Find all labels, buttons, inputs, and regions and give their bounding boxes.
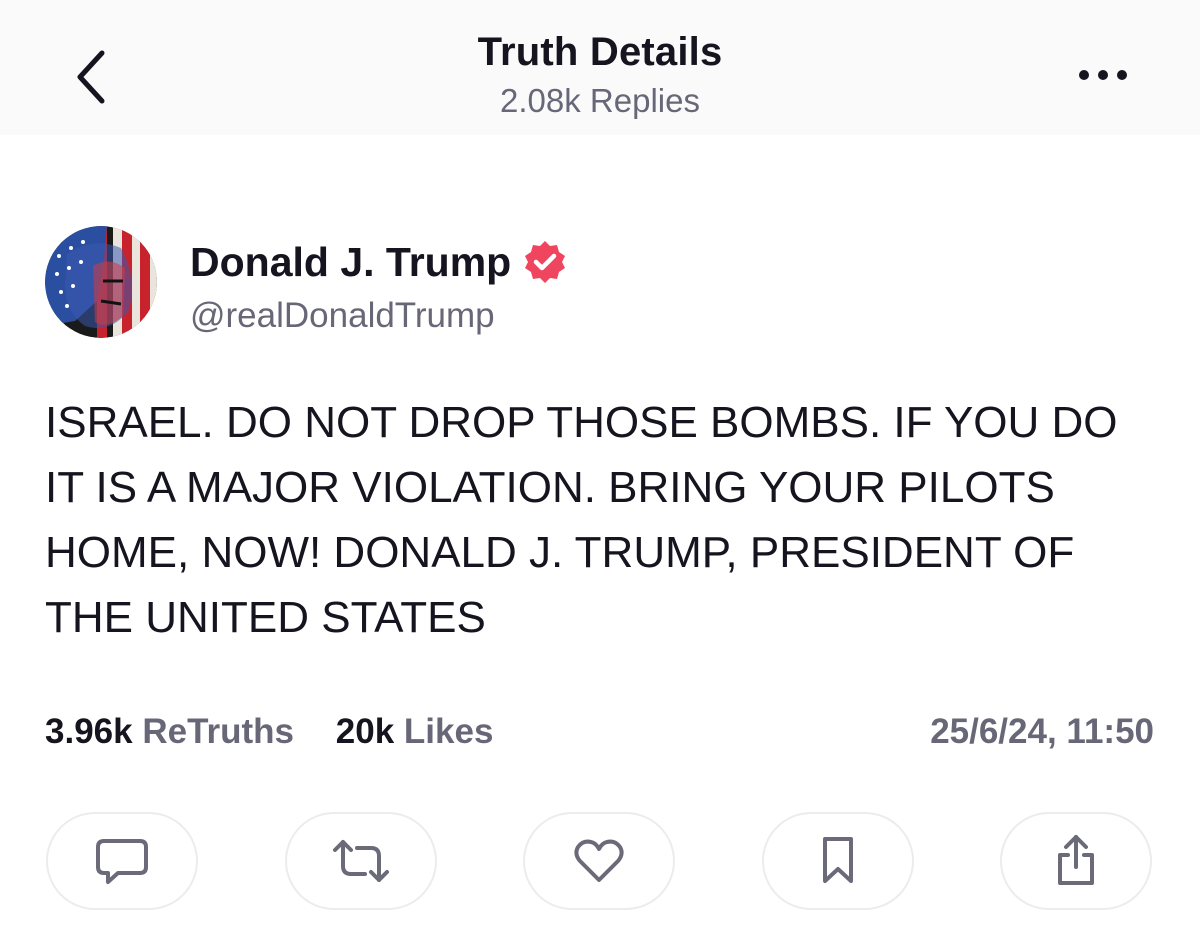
- author-name-text: Donald J. Trump: [190, 238, 512, 285]
- more-options-button[interactable]: [1068, 58, 1138, 92]
- post-timestamp: 25/6/24, 11:50: [930, 712, 1154, 751]
- verified-badge-icon: [525, 241, 566, 283]
- avatar-image: [45, 226, 157, 338]
- reply-icon: [96, 839, 148, 884]
- like-button[interactable]: [523, 812, 675, 910]
- retruths-count: 3.96k: [45, 712, 133, 751]
- post-body: ISRAEL. DO NOT DROP THOSE BOMBS. IF YOU …: [45, 398, 1118, 642]
- retruth-icon: [333, 840, 389, 882]
- share-icon: [1058, 835, 1094, 885]
- replies-count[interactable]: 2.08k Replies: [0, 82, 1200, 120]
- like-icon: [574, 839, 624, 882]
- bookmark-button[interactable]: [762, 812, 914, 910]
- truth-details-screen: Truth Details 2.08k Replies Donald J. Tr…: [0, 0, 1200, 947]
- retruth-button[interactable]: [285, 812, 437, 910]
- author-handle[interactable]: @realDonaldTrump: [190, 296, 495, 336]
- ellipsis-icon: [1079, 70, 1127, 80]
- author-name[interactable]: Donald J. Trump: [190, 238, 569, 286]
- likes-label: Likes: [403, 712, 494, 751]
- bookmark-icon: [823, 837, 853, 883]
- page-title: Truth Details: [477, 30, 723, 74]
- reply-button[interactable]: [46, 812, 198, 910]
- retruths-stat[interactable]: 3.96k ReTruths: [45, 712, 294, 751]
- likes-count: 20k: [335, 712, 395, 751]
- header-bar: Truth Details 2.08k Replies: [0, 0, 1200, 135]
- post-stats: 3.96k ReTruths 20k Likes: [45, 712, 525, 752]
- likes-stat[interactable]: 20k Likes: [336, 712, 494, 751]
- retruths-label: ReTruths: [142, 712, 295, 751]
- action-bar: [0, 812, 1200, 912]
- share-button[interactable]: [1000, 812, 1152, 910]
- avatar[interactable]: [45, 226, 157, 338]
